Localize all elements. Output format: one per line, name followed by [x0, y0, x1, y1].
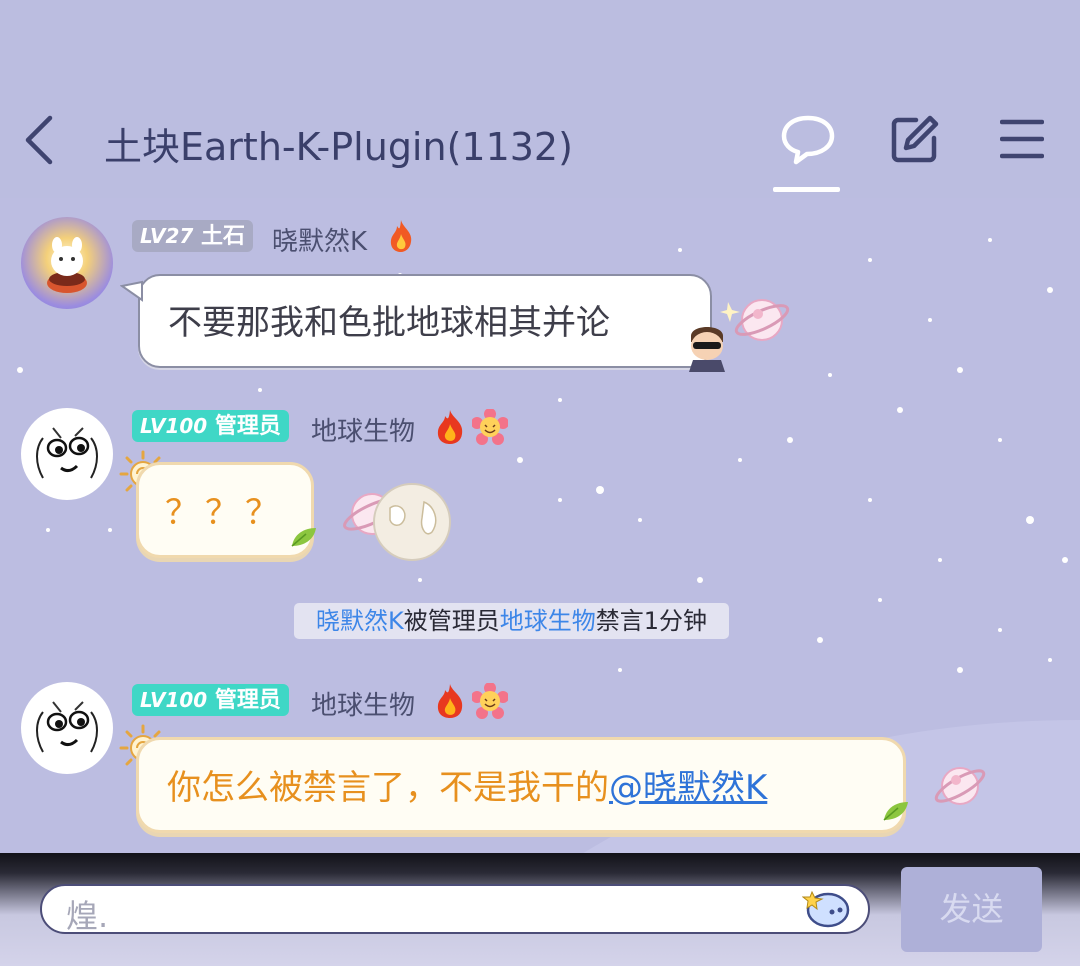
leaf-icon: [288, 522, 318, 552]
planet-sticker-icon: [718, 290, 790, 350]
leaf-icon: [880, 796, 910, 826]
planet-sticker-icon: [930, 758, 990, 814]
admin-user-link[interactable]: 地球生物: [500, 607, 596, 635]
muted-user-link[interactable]: 晓默然K: [316, 607, 404, 635]
level-badge: LV100 管理员: [132, 410, 289, 442]
message-bubble[interactable]: 不要那我和色批地球相其并论: [138, 274, 712, 368]
active-tab-indicator: [773, 187, 840, 192]
sender-name[interactable]: 地球生物: [311, 411, 415, 448]
sender-name[interactable]: 晓默然K: [272, 221, 367, 258]
avatar[interactable]: [21, 217, 113, 309]
message-input[interactable]: 煌.: [40, 884, 870, 935]
menu-icon[interactable]: [999, 118, 1045, 160]
edit-icon[interactable]: [890, 114, 940, 164]
level-badge: LV100 管理员: [132, 684, 289, 716]
message-bubble[interactable]: 你怎么被禁言了，不是我干的@晓默然K: [136, 737, 906, 833]
sender-name[interactable]: 地球生物: [311, 685, 415, 722]
page-title: 土块Earth-K-Plugin(1132): [104, 125, 573, 169]
level-badge: LV27 土石: [132, 220, 253, 252]
message-input-text: 煌.: [66, 897, 109, 935]
send-button[interactable]: 发送: [901, 867, 1042, 952]
fire-icon: [432, 682, 468, 720]
flower-face-icon: [471, 682, 509, 719]
flower-face-icon: [471, 408, 509, 445]
system-notice: 晓默然K被管理员地球生物禁言1分钟: [294, 603, 730, 639]
fire-icon: [432, 408, 468, 446]
planet-sticker-icon: [336, 474, 454, 568]
mention-link[interactable]: @晓默然K: [609, 768, 767, 808]
back-arrow-icon[interactable]: [20, 112, 60, 168]
avatar[interactable]: [21, 408, 113, 500]
sticker-icon[interactable]: [801, 888, 852, 930]
chat-bubble-icon[interactable]: [780, 114, 836, 166]
fire-icon: [385, 218, 417, 254]
bubble-tail: [119, 280, 144, 304]
avatar[interactable]: [21, 682, 113, 774]
